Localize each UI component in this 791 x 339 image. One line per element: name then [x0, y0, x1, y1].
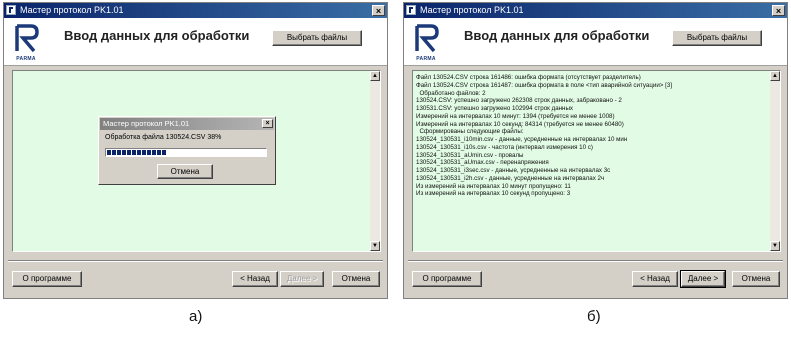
- back-button[interactable]: < Назад: [232, 271, 278, 287]
- vertical-scrollbar[interactable]: ▲ ▼: [370, 71, 380, 251]
- log-line: Файл 130524.CSV строка 161486: ошибка фо…: [416, 74, 641, 81]
- window-title: Мастер протокол PK1.01: [420, 5, 524, 15]
- cancel-button[interactable]: Отмена: [732, 271, 780, 287]
- wizard-window-a: Мастер протокол PK1.01 × PARMA Ввод данн…: [3, 2, 388, 299]
- footer-divider: [408, 260, 783, 262]
- next-button[interactable]: Далее >: [280, 271, 324, 287]
- log-line: Обработано файлов: 2: [416, 89, 486, 97]
- title-bar[interactable]: Мастер протокол PK1.01 ×: [404, 3, 787, 18]
- vertical-scrollbar[interactable]: ▲ ▼: [770, 71, 780, 251]
- log-line: Измерений на интервалах 10 минут: 1394 (…: [416, 112, 615, 120]
- header-title: Ввод данных для обработки: [64, 28, 250, 43]
- close-icon[interactable]: ×: [772, 5, 785, 16]
- footer-divider: [8, 260, 383, 262]
- log-line: 130524_130531_i3sec.csv - данные, усредн…: [416, 167, 611, 174]
- scroll-down-icon[interactable]: ▼: [370, 241, 380, 251]
- log-text: Файл 130524.CSV строка 161486: ошибка фо…: [416, 74, 768, 198]
- wizard-header: PARMA Ввод данных для обработки Выбрать …: [404, 18, 787, 66]
- log-area[interactable]: Файл 130524.CSV строка 161486: ошибка фо…: [412, 70, 781, 252]
- log-line: Измерений на интервалах 10 секунд: 84314…: [416, 120, 624, 128]
- scroll-down-icon[interactable]: ▼: [770, 241, 780, 251]
- log-line: Сформированы следующие файлы:: [416, 128, 524, 136]
- close-icon[interactable]: ×: [372, 5, 385, 16]
- cancel-button[interactable]: Отмена: [332, 271, 380, 287]
- log-line: 130524.CSV: успешно загружено 262308 стр…: [416, 97, 622, 105]
- log-line: Из измерений на интервалах 10 секунд про…: [416, 190, 571, 198]
- progress-bar: [105, 148, 267, 157]
- progress-dialog-title: Мастер протокол PK1.01: [100, 118, 274, 130]
- window-title: Мастер протокол PK1.01: [20, 5, 124, 15]
- about-button[interactable]: О программе: [412, 271, 482, 287]
- scroll-up-icon[interactable]: ▲: [370, 71, 380, 81]
- next-button[interactable]: Далее >: [680, 270, 726, 288]
- log-line: Файл 130524.CSV строка 161487: ошибка фо…: [416, 81, 672, 89]
- log-line: 130524_130531_aUmax.csv - перенапряжения: [416, 159, 549, 167]
- back-button[interactable]: < Назад: [632, 271, 678, 287]
- log-line: 130524_130531_i10s.csv - частота (интерв…: [416, 143, 593, 151]
- select-files-button[interactable]: Выбрать файлы: [272, 30, 362, 46]
- caption-b: б): [587, 308, 601, 325]
- header-title: Ввод данных для обработки: [464, 28, 650, 43]
- log-line: 130524_130531_i10min.csv - данные, усред…: [416, 136, 628, 143]
- caption-a: а): [189, 308, 203, 325]
- parma-logo: PARMA: [412, 24, 440, 62]
- about-button[interactable]: О программе: [12, 271, 82, 287]
- app-icon: [406, 5, 416, 15]
- log-line: Из измерений на интервалах 10 минут проп…: [416, 182, 571, 190]
- title-bar[interactable]: Мастер протокол PK1.01 ×: [4, 3, 387, 18]
- logo-text: PARMA: [416, 56, 436, 62]
- log-line: 130524_130531_i2h.csv - данные, усреднен…: [416, 174, 605, 182]
- progress-bar-fill: [107, 150, 168, 155]
- log-line: 130524_130531_aUmin.csv - провалы: [416, 151, 524, 159]
- progress-text: Обработка файла 130524.CSV 38%: [105, 134, 222, 141]
- wizard-header: PARMA Ввод данных для обработки Выбрать …: [4, 18, 387, 66]
- parma-logo: PARMA: [12, 24, 40, 62]
- app-icon: [6, 5, 16, 15]
- log-line: 130531.CSV: успешно загружено 102994 стр…: [416, 105, 574, 112]
- progress-cancel-button[interactable]: Отмена: [157, 164, 213, 179]
- progress-dialog: Мастер протокол PK1.01 × Обработка файла…: [98, 116, 276, 185]
- logo-text: PARMA: [16, 56, 36, 62]
- wizard-window-b: Мастер протокол PK1.01 × PARMA Ввод данн…: [403, 2, 788, 299]
- scroll-up-icon[interactable]: ▲: [770, 71, 780, 81]
- select-files-button[interactable]: Выбрать файлы: [672, 30, 762, 46]
- close-icon[interactable]: ×: [262, 119, 273, 128]
